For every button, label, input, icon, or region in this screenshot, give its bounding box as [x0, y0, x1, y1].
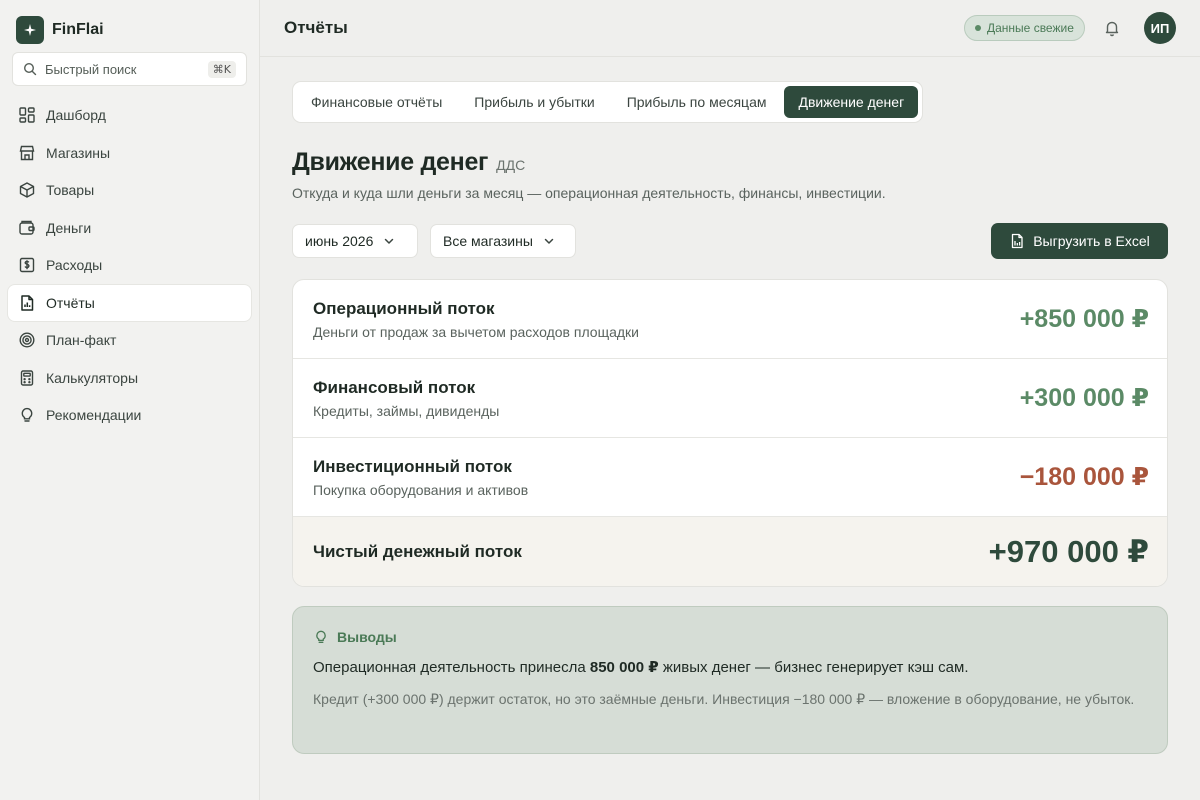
store-select[interactable]: Все магазины — [430, 224, 576, 258]
sidebar: FinFlai Быстрый поиск ⌘K Дашборд Магазин… — [0, 0, 260, 800]
tab-profit-by-month[interactable]: Прибыль по месяцам — [613, 86, 781, 118]
search-label: Быстрый поиск — [45, 61, 137, 77]
target-icon — [19, 332, 35, 348]
store-icon — [19, 145, 35, 160]
search-icon — [23, 62, 37, 76]
net-cash-flow-label: Чистый денежный поток — [313, 542, 522, 561]
lightbulb-icon — [316, 630, 326, 643]
sidebar-item-products[interactable]: Товары — [8, 172, 251, 208]
bell-icon[interactable] — [1102, 18, 1122, 38]
tab-profit-loss[interactable]: Прибыль и убытки — [460, 86, 608, 118]
cash-flow-card: Операционный поток Деньги от продаж за в… — [292, 279, 1168, 587]
flow-value: +300 000 ₽ — [1019, 384, 1149, 412]
insights-header: Выводы — [313, 629, 397, 645]
sidebar-item-label: Магазины — [46, 144, 111, 161]
avatar[interactable]: ИП — [1144, 12, 1176, 44]
flow-row-investing: Инвестиционный поток Покупка оборудовани… — [293, 438, 1167, 517]
tab-financial-reports[interactable]: Финансовые отчёты — [297, 86, 456, 118]
section-tag: ДДС — [496, 157, 526, 173]
app-name: FinFlai — [52, 21, 104, 38]
net-cash-flow-row: Чистый денежный поток +970 000 ₽ — [293, 517, 1167, 586]
status-badge-label: Данные свежие — [987, 21, 1074, 35]
insights-note: Кредит (+300 000 ₽) держит остаток, но э… — [313, 691, 1135, 707]
period-select[interactable]: июнь 2026 — [292, 224, 418, 258]
expenses-icon — [19, 257, 35, 273]
tab-cash-flow[interactable]: Движение денег — [784, 86, 919, 118]
sidebar-item-plan-fact[interactable]: План-факт — [8, 322, 251, 358]
calculator-icon — [20, 369, 34, 386]
flow-title: Операционный поток — [313, 299, 495, 318]
flow-title: Инвестиционный поток — [313, 457, 512, 476]
sidebar-nav: Дашборд Магазины Товары Деньги Расходы О… — [8, 97, 251, 435]
export-excel-button[interactable]: Выгрузить в Excel — [991, 223, 1168, 259]
insights-main-amount: 850 000 ₽ — [589, 659, 659, 676]
flow-row-financial: Финансовый поток Кредиты, займы, дивиден… — [293, 359, 1167, 438]
sidebar-item-reports[interactable]: Отчёты — [8, 284, 251, 321]
flow-row-operating: Операционный поток Деньги от продаж за в… — [293, 280, 1167, 359]
flow-description: Деньги от продаж за вычетом расходов пло… — [313, 324, 639, 340]
insights-main-suffix: живых денег — бизнес генерирует кэш сам. — [658, 659, 969, 676]
status-dot-icon — [975, 25, 981, 31]
sidebar-item-label: Дашборд — [46, 107, 106, 123]
logo-icon — [16, 16, 44, 44]
lightbulb-icon — [21, 407, 33, 422]
sidebar-item-label: Рекомендации — [46, 407, 142, 423]
sidebar-item-label: Калькуляторы — [46, 369, 139, 386]
sidebar-item-label: Деньги — [46, 219, 92, 236]
period-select-value: июнь 2026 — [305, 233, 374, 249]
brand[interactable]: FinFlai — [16, 16, 104, 44]
dashboard-icon — [19, 107, 35, 123]
sidebar-item-stores[interactable]: Магазины — [8, 135, 251, 171]
sidebar-item-calculators[interactable]: Калькуляторы — [8, 360, 251, 396]
sidebar-item-dashboard[interactable]: Дашборд — [8, 97, 251, 133]
flow-description: Покупка оборудования и активов — [313, 482, 529, 498]
chevron-down-icon — [385, 238, 394, 244]
sidebar-item-expenses[interactable]: Расходы — [8, 247, 251, 283]
flow-description: Кредиты, займы, дивиденды — [313, 403, 500, 419]
store-select-value: Все магазины — [443, 233, 533, 249]
spreadsheet-icon — [1012, 233, 1023, 249]
wallet-icon — [19, 220, 35, 235]
quick-search[interactable]: Быстрый поиск ⌘K — [12, 52, 247, 86]
chevron-down-icon — [544, 238, 554, 244]
insights-main-prefix: Операционная деятельность принесла — [313, 659, 590, 676]
page-title: Отчёты — [284, 18, 348, 37]
sidebar-item-label: План-факт — [46, 332, 117, 348]
box-icon — [19, 182, 35, 198]
insights-main-text: Операционная деятельность принесла 850 0… — [313, 658, 969, 676]
sidebar-item-recommendations[interactable]: Рекомендации — [8, 397, 251, 433]
net-cash-flow-value: +970 000 ₽ — [988, 534, 1149, 569]
flow-title: Финансовый поток — [313, 378, 476, 397]
flow-value: +850 000 ₽ — [1019, 305, 1149, 333]
insights-title: Выводы — [337, 629, 397, 645]
section-subtitle: Откуда и куда шли деньги за месяц — опер… — [292, 185, 886, 201]
flow-value: −180 000 ₽ — [1019, 463, 1149, 491]
shortcut-badge: ⌘K — [207, 60, 236, 78]
export-button-label: Выгрузить в Excel — [1033, 233, 1150, 249]
top-header: Отчёты Данные свежие ИП — [260, 0, 1200, 57]
section-heading: Движение денег ДДС — [292, 148, 525, 177]
section-title: Движение денег — [292, 148, 489, 176]
insights-panel: Выводы Операционная деятельность принесл… — [292, 606, 1168, 754]
sidebar-item-label: Расходы — [46, 257, 103, 273]
report-tabs: Финансовые отчёты Прибыль и убытки Прибы… — [292, 81, 924, 123]
sidebar-item-label: Отчёты — [46, 294, 95, 311]
sidebar-item-money[interactable]: Деньги — [8, 210, 251, 246]
status-badge: Данные свежие — [964, 15, 1085, 41]
report-icon — [21, 294, 34, 311]
sidebar-item-label: Товары — [46, 182, 95, 198]
